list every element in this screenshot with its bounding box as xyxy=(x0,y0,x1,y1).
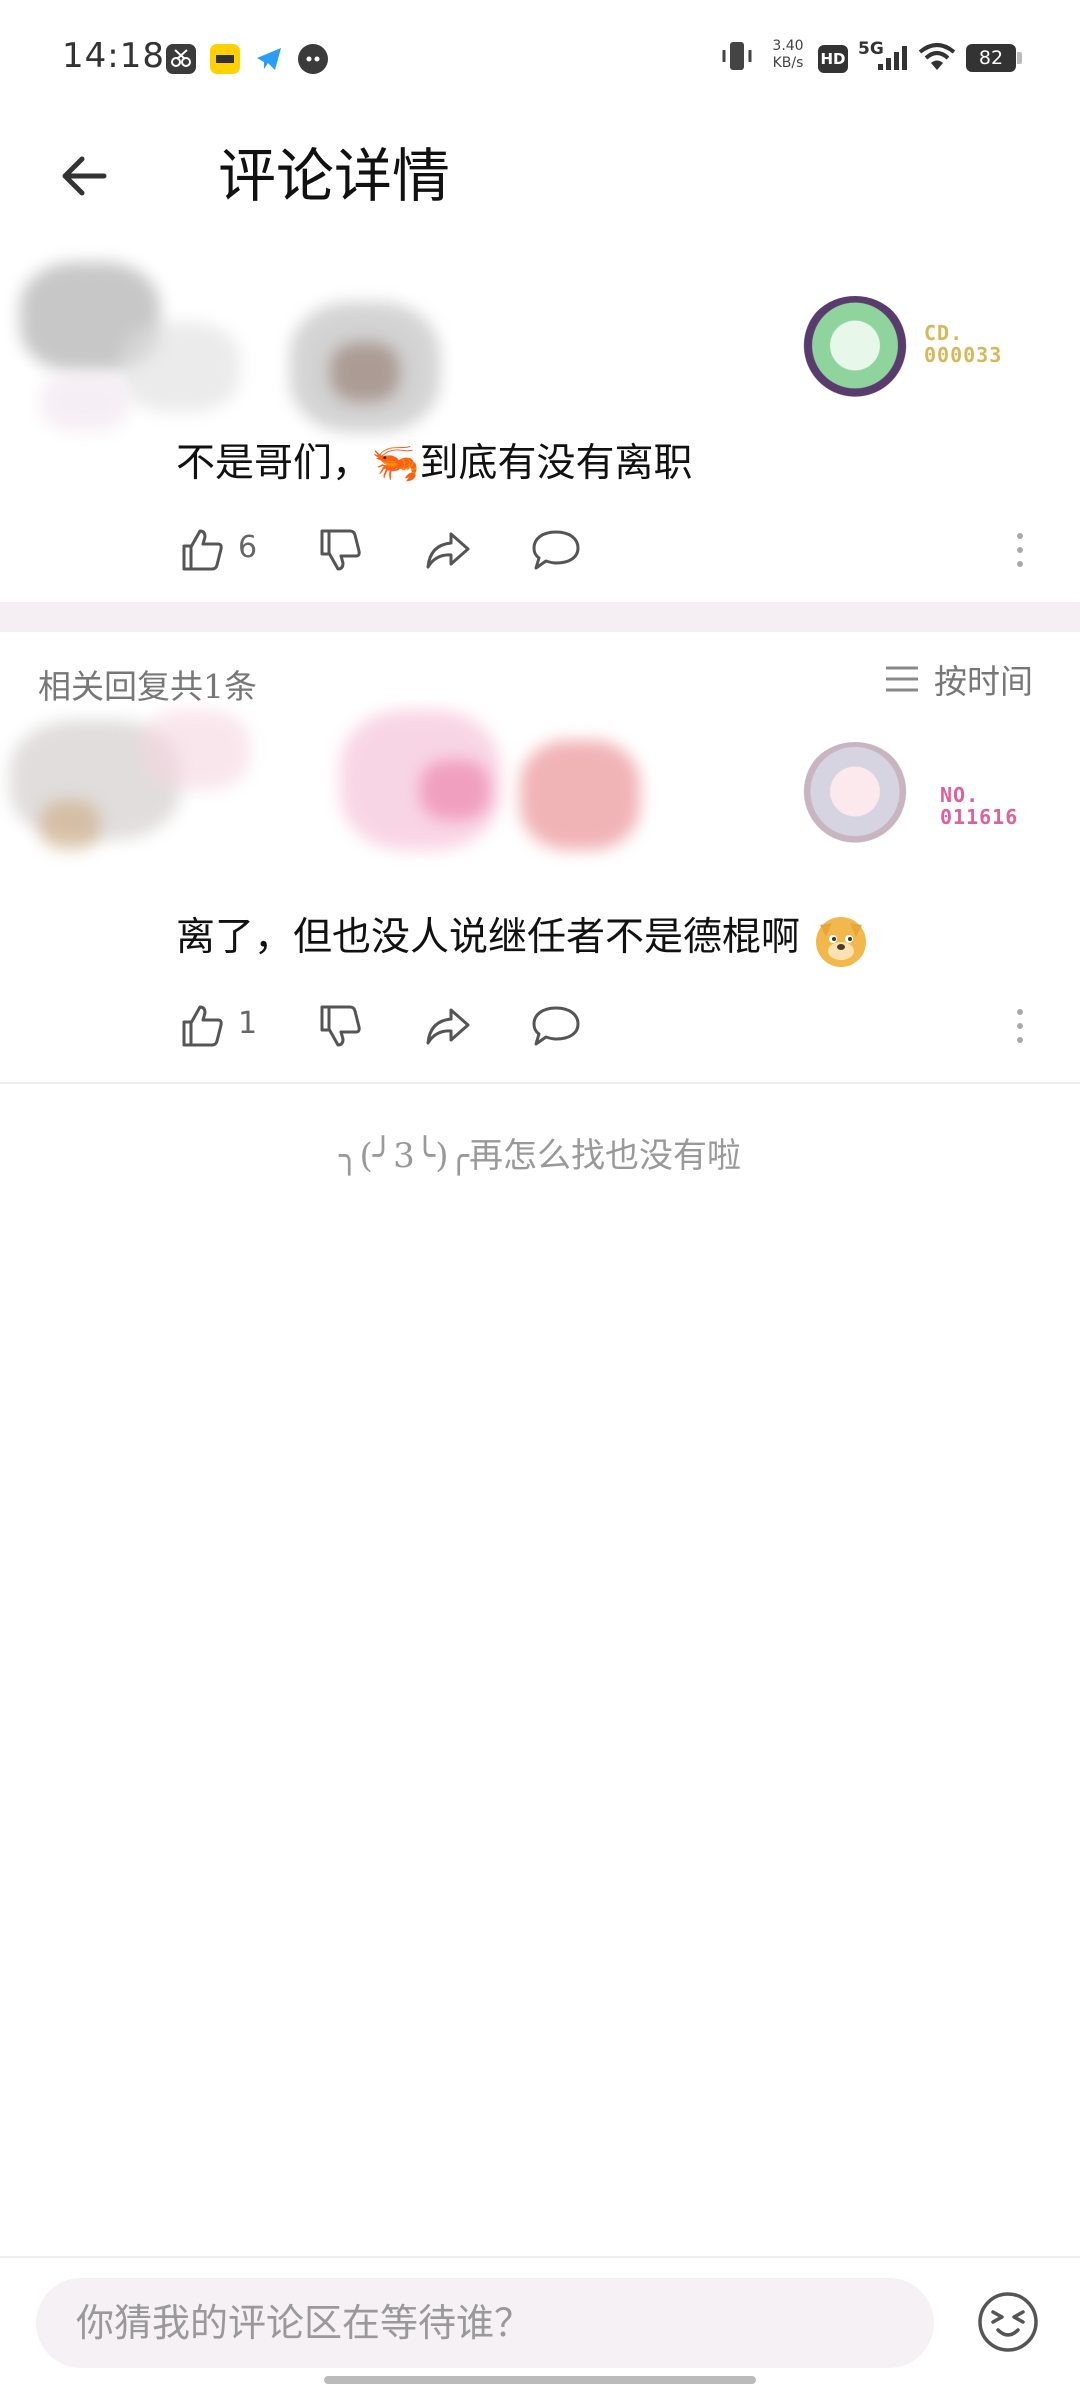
reply-user-header-blurred xyxy=(0,700,670,870)
thumbs-up-icon xyxy=(182,1005,223,1047)
share-arrow-icon xyxy=(426,532,470,569)
hd-badge: HD xyxy=(818,45,848,73)
list-sort-icon xyxy=(886,666,918,692)
more-options-button[interactable] xyxy=(1000,518,1040,582)
dislike-button[interactable] xyxy=(308,518,372,582)
net-speed: 3.40 KB/s xyxy=(772,38,804,71)
emoji-button[interactable] xyxy=(976,2290,1040,2354)
main-comment-avatar[interactable] xyxy=(800,296,910,406)
reply-like-button[interactable] xyxy=(170,994,234,1058)
battery-tip xyxy=(1017,52,1022,64)
page-title: 评论详情 xyxy=(218,142,451,210)
reply-avatar[interactable] xyxy=(800,742,910,852)
composer-divider xyxy=(0,2256,1080,2258)
home-indicator[interactable] xyxy=(324,2376,756,2384)
status-bar: 14:18 3.40 KB/s HD 5G 82 xyxy=(0,0,1080,110)
share-arrow-icon xyxy=(426,1008,470,1045)
meituan-app-icon xyxy=(210,44,240,74)
comment-bubble-icon xyxy=(532,530,580,570)
main-comment-fan-badge: CD. 000033 xyxy=(924,321,1003,367)
main-comment-text: 不是哥们，🦐到底有没有离职 xyxy=(176,441,693,486)
thumbs-down-icon xyxy=(320,529,361,571)
like-button[interactable] xyxy=(170,518,234,582)
sort-by-time-button[interactable]: 按时间 xyxy=(884,654,1033,704)
reply-button[interactable] xyxy=(524,518,588,582)
thumbs-down-icon xyxy=(320,1005,361,1047)
main-comment-user-header-blurred xyxy=(0,232,480,462)
reply-reply-button[interactable] xyxy=(524,994,588,1058)
thumbs-up-icon xyxy=(182,529,223,571)
reply-share-button[interactable] xyxy=(416,994,480,1058)
github-app-icon xyxy=(298,44,328,74)
signal-icon: 5G xyxy=(858,36,908,76)
reply-dislike-button[interactable] xyxy=(308,994,372,1058)
status-time: 14:18 xyxy=(62,36,165,76)
reply-actions: 1 xyxy=(170,994,1050,1058)
comment-bubble-icon xyxy=(532,1006,580,1046)
comment-input-placeholder: 你猜我的评论区在等待谁？ xyxy=(76,2301,533,2345)
svg-text:5G: 5G xyxy=(858,39,884,59)
end-of-list-message: ╮(╯3╰)╭再怎么找也没有啦 xyxy=(338,1136,742,1176)
battery-icon: 82 xyxy=(966,44,1016,72)
doge-emoji-icon xyxy=(816,917,867,967)
scissors-app-icon xyxy=(166,44,196,74)
telegram-app-icon xyxy=(254,44,284,74)
comment-input[interactable]: 你猜我的评论区在等待谁？ xyxy=(36,2278,934,2368)
list-divider xyxy=(0,1082,1080,1084)
back-arrow-icon xyxy=(62,156,107,196)
share-button[interactable] xyxy=(416,518,480,582)
reply-more-options-button[interactable] xyxy=(1000,994,1040,1058)
back-button[interactable] xyxy=(48,140,120,212)
section-separator xyxy=(0,602,1080,632)
main-comment-actions: 6 xyxy=(170,518,1050,582)
vibrate-icon xyxy=(720,36,754,76)
wifi-icon xyxy=(918,36,956,76)
sort-label: 按时间 xyxy=(934,662,1033,701)
reply-fan-badge: NO. 011616 xyxy=(940,783,1019,829)
emoji-face-icon xyxy=(978,2292,1038,2352)
reply-text: 离了，但也没人说继任者不是德棍啊 xyxy=(176,910,870,969)
like-count: 6 xyxy=(238,530,258,565)
reply-like-count: 1 xyxy=(238,1006,258,1041)
